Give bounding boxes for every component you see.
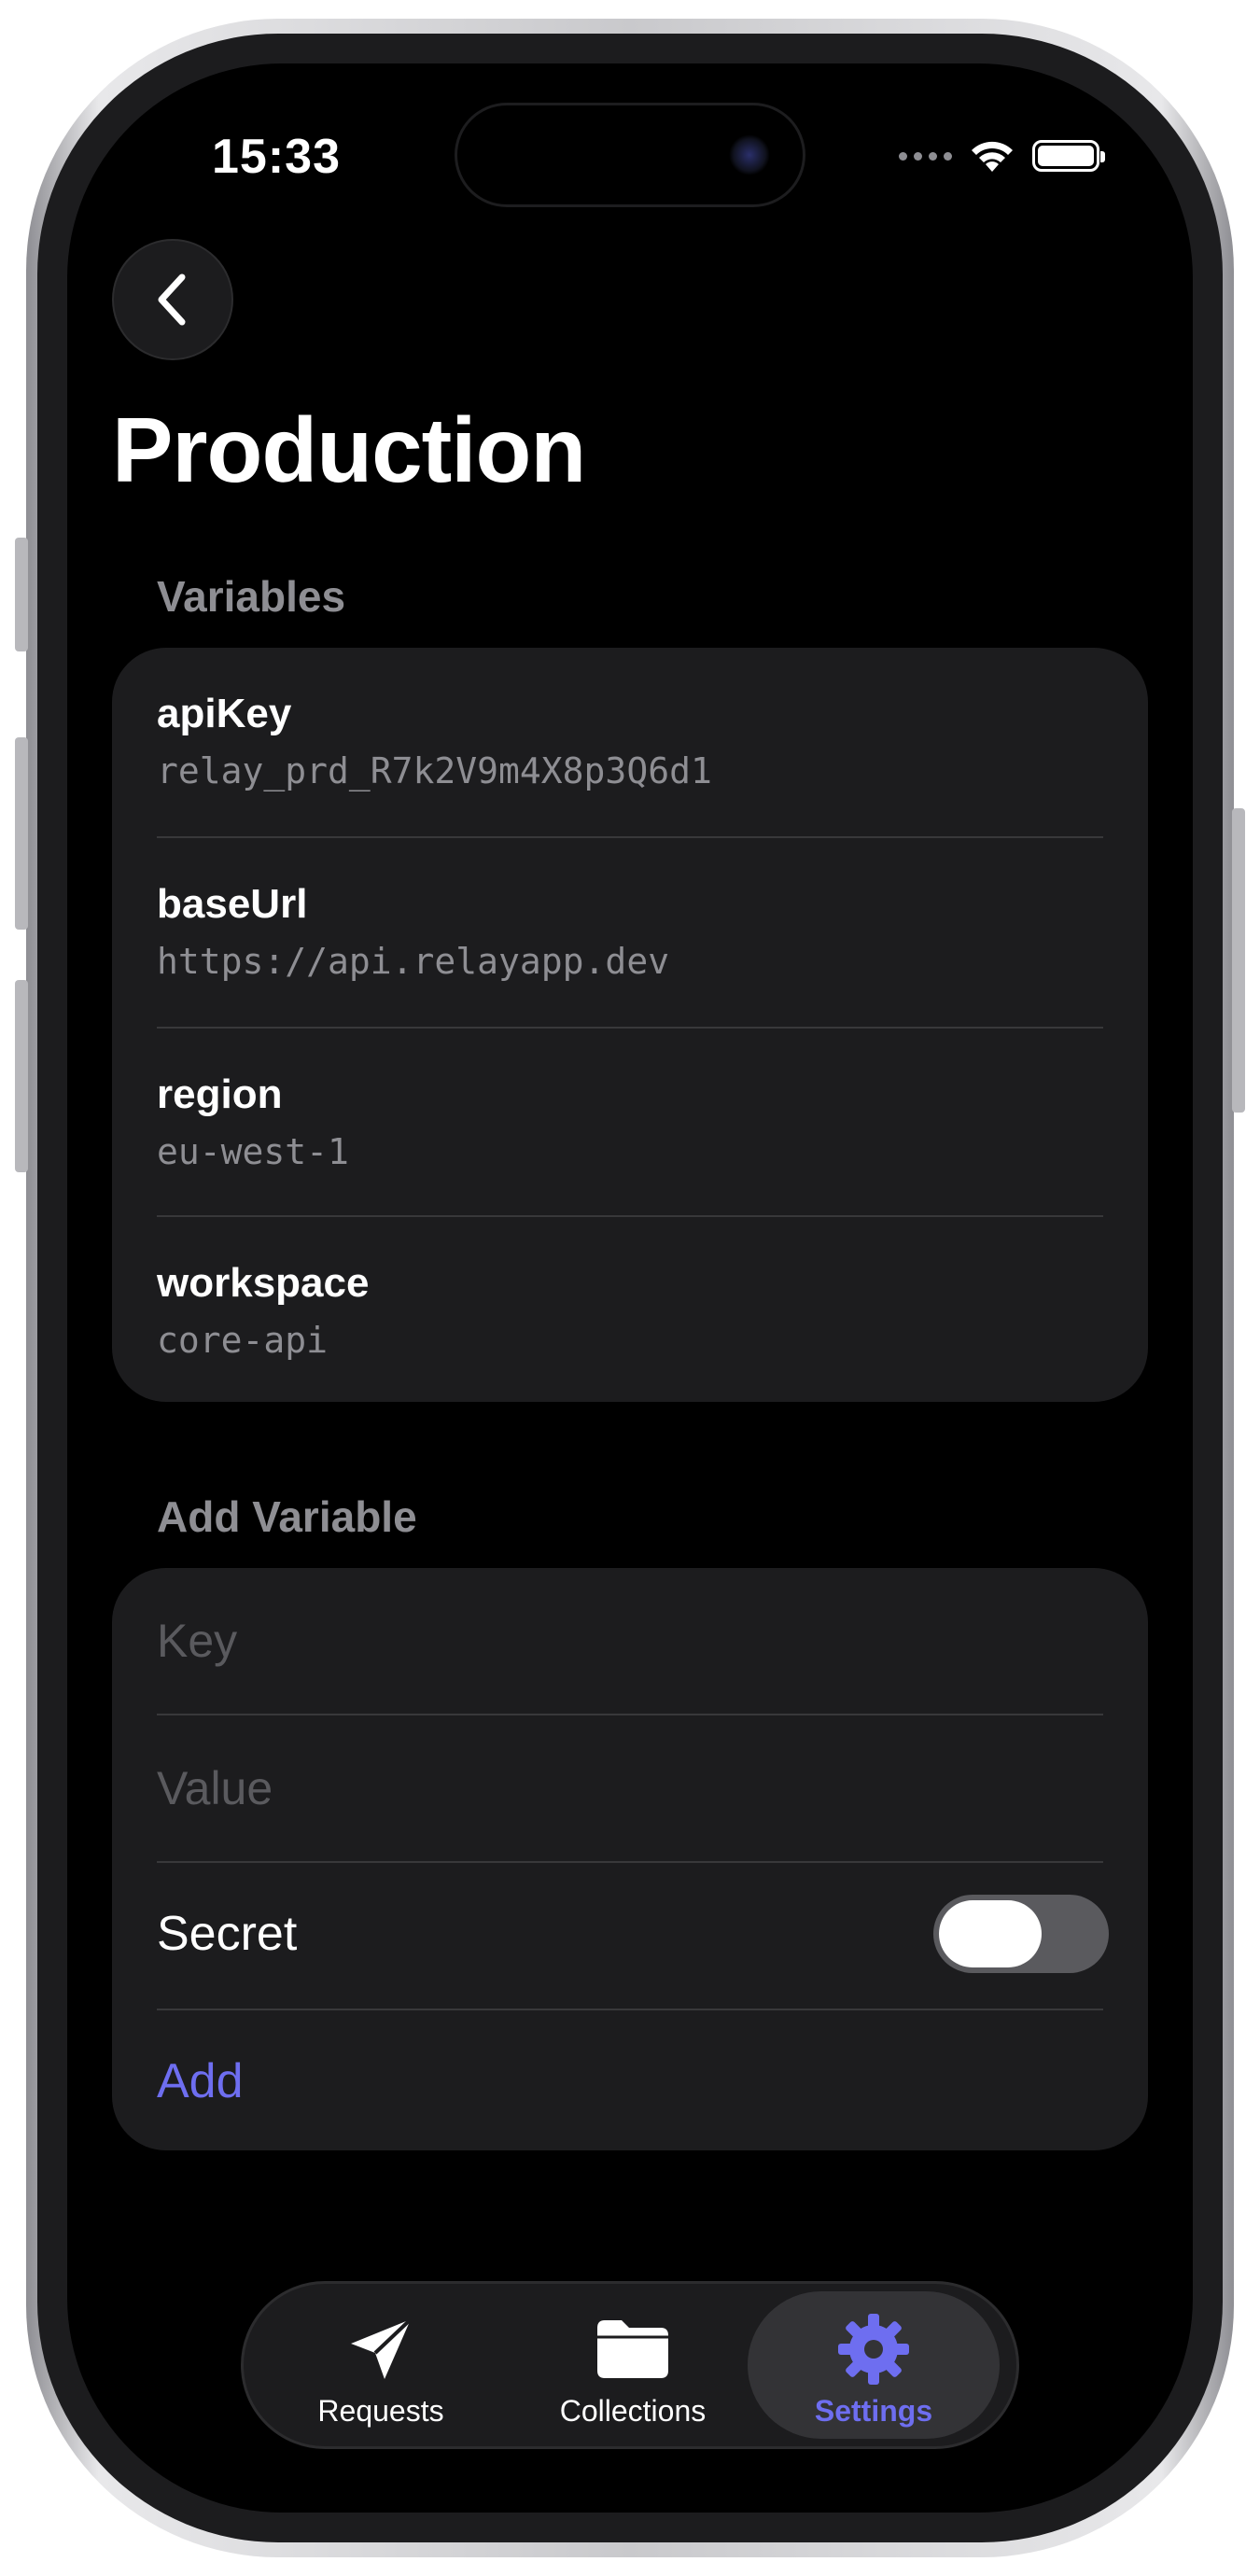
tab-label: Requests xyxy=(317,2394,444,2428)
battery-icon xyxy=(1032,140,1105,172)
chevron-left-icon xyxy=(158,273,186,326)
key-input[interactable] xyxy=(157,1568,1103,1714)
variable-value: https://api.relayapp.dev xyxy=(157,941,670,982)
variable-row-workspace[interactable]: workspace core-api xyxy=(157,1217,1103,1406)
variables-section-header: Variables xyxy=(157,572,346,621)
add-variable-section-header: Add Variable xyxy=(157,1492,417,1541)
variable-value: eu-west-1 xyxy=(157,1131,349,1172)
variable-value: core-api xyxy=(157,1320,329,1361)
power-button xyxy=(1232,808,1245,1113)
variable-key: workspace xyxy=(157,1260,370,1306)
back-button[interactable] xyxy=(112,239,233,360)
dynamic-island xyxy=(455,103,805,207)
add-button[interactable]: Add xyxy=(157,2053,244,2109)
tab-settings[interactable]: Settings xyxy=(748,2291,1000,2439)
folder-icon xyxy=(594,2312,672,2387)
variable-row-apikey[interactable]: apiKey relay_prd_R7k2V9m4X8p3Q6d1 xyxy=(157,648,1103,836)
volume-up-button xyxy=(15,737,28,930)
tab-bar: Requests Collections Settings xyxy=(241,2281,1019,2449)
page-title: Production xyxy=(112,399,586,501)
tab-requests[interactable]: Requests xyxy=(255,2284,507,2446)
add-variable-card: Secret Add xyxy=(112,1568,1148,2150)
cellular-signal-icon xyxy=(899,151,952,161)
add-row: Add xyxy=(157,2010,1103,2156)
variable-row-region[interactable]: region eu-west-1 xyxy=(157,1029,1103,1217)
screen: 15:33 Production Variables apiKey relay_… xyxy=(67,63,1193,2513)
paper-plane-icon xyxy=(343,2312,418,2387)
status-indicators xyxy=(899,138,1105,174)
variables-card: apiKey relay_prd_R7k2V9m4X8p3Q6d1 baseUr… xyxy=(112,648,1148,1402)
key-field-row xyxy=(157,1568,1103,1714)
wifi-icon xyxy=(969,138,1015,174)
tab-label: Collections xyxy=(559,2394,707,2428)
variable-key: baseUrl xyxy=(157,881,308,927)
secret-toggle[interactable] xyxy=(933,1895,1109,1973)
variable-key: apiKey xyxy=(157,691,292,736)
gear-icon xyxy=(836,2312,911,2387)
variable-value: relay_prd_R7k2V9m4X8p3Q6d1 xyxy=(157,750,712,791)
variable-key: region xyxy=(157,1071,283,1117)
toggle-knob xyxy=(939,1900,1042,1967)
value-input[interactable] xyxy=(157,1715,1103,1861)
variable-row-baseurl[interactable]: baseUrl https://api.relayapp.dev xyxy=(157,838,1103,1027)
status-time: 15:33 xyxy=(212,130,341,184)
front-camera-icon xyxy=(729,134,770,175)
volume-down-button xyxy=(15,980,28,1172)
secret-row: Secret xyxy=(157,1863,1109,2009)
action-button xyxy=(15,538,28,651)
secret-label: Secret xyxy=(157,1907,298,1961)
value-field-row xyxy=(157,1715,1103,1861)
tab-label: Settings xyxy=(814,2394,933,2428)
tab-collections[interactable]: Collections xyxy=(507,2284,759,2446)
